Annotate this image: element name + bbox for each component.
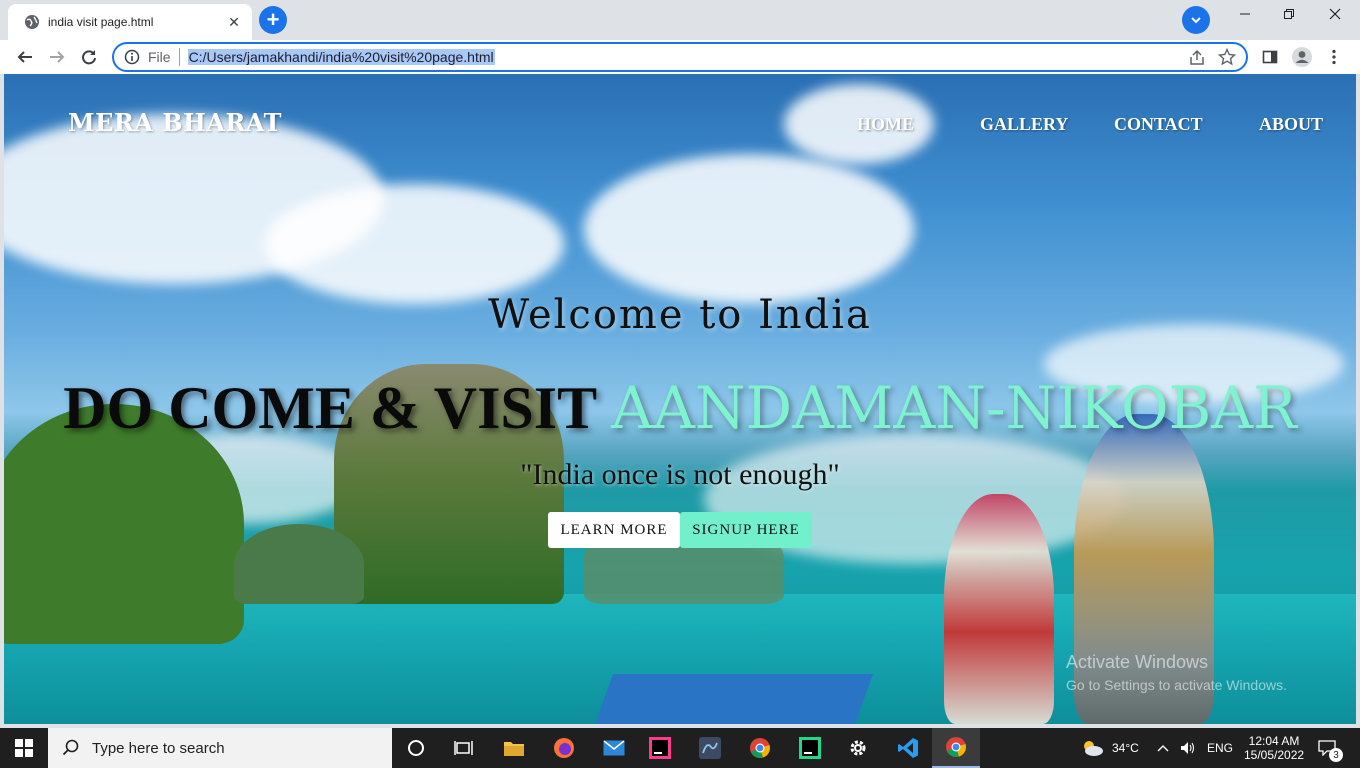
url-separator	[178, 48, 180, 66]
activate-windows-watermark: Activate Windows Go to Settings to activ…	[1066, 652, 1287, 693]
close-icon	[1329, 8, 1341, 20]
chrome-active-button[interactable]	[932, 728, 980, 768]
nav-contact[interactable]: CONTACT	[1114, 114, 1203, 135]
pycharm-button[interactable]	[786, 728, 834, 768]
learn-more-button[interactable]: LEARN MORE	[548, 512, 680, 548]
clock[interactable]: 12:04 AM 15/05/2022	[1244, 728, 1304, 768]
back-arrow-icon	[17, 51, 32, 63]
start-button[interactable]	[0, 728, 48, 768]
watermark-title: Activate Windows	[1066, 652, 1209, 672]
nav-about[interactable]: ABOUT	[1259, 114, 1323, 135]
mysql-workbench-button[interactable]	[686, 728, 734, 768]
weather-widget[interactable]: 34°C	[1080, 728, 1139, 768]
back-button[interactable]	[12, 44, 38, 70]
nav-home[interactable]: HOME	[857, 114, 914, 135]
hero-tagline: "India once is not enough"	[520, 458, 840, 491]
avatar-icon	[1292, 47, 1312, 67]
mysql-workbench-icon	[699, 737, 721, 759]
url-scheme-label: File	[148, 49, 171, 65]
minimize-button[interactable]	[1222, 0, 1268, 28]
tab-title: india visit page.html	[48, 15, 154, 29]
page-viewport: MERA BHARAT HOME GALLERY CONTACT ABOUT W…	[4, 74, 1356, 724]
partly-cloudy-icon	[1084, 741, 1103, 756]
minimize-icon	[1240, 13, 1250, 15]
forward-button[interactable]	[44, 44, 70, 70]
reload-button[interactable]	[76, 44, 102, 70]
island-small	[234, 524, 364, 604]
hero-headline: DO COME & VISIT AANDAMAN-NIKOBAR	[4, 374, 1356, 443]
headline-teal-part: AANDAMAN-NIKOBAR	[611, 374, 1297, 442]
task-view-button[interactable]	[440, 728, 488, 768]
menu-button[interactable]	[1322, 45, 1346, 69]
clock-date: 15/05/2022	[1244, 748, 1305, 762]
cloud-shape	[584, 154, 914, 304]
notifications-button[interactable]: 3	[1318, 728, 1343, 768]
tray-overflow-button[interactable]	[1157, 728, 1169, 768]
cloud-shape	[264, 184, 564, 304]
taskbar-search-box[interactable]: Type here to search	[48, 728, 392, 768]
browser-tab[interactable]: india visit page.html ✕	[8, 4, 252, 40]
forward-arrow-icon	[50, 51, 65, 63]
watermark-subtitle: Go to Settings to activate Windows.	[1066, 677, 1287, 693]
temperature-label: 34°C	[1112, 741, 1139, 755]
close-tab-icon[interactable]: ✕	[226, 14, 242, 30]
task-view-icon	[454, 741, 473, 755]
language-indicator[interactable]: ENG	[1207, 728, 1233, 768]
speaker-icon	[1181, 742, 1195, 754]
windows-taskbar: Type here to search 34°C ENG 12:04 AM 15…	[0, 728, 1360, 768]
chrome-icon	[946, 737, 966, 757]
browser-toolbar: File C:/Users/jamakhandi/india%20visit%2…	[0, 40, 1360, 74]
headline-dark-part: DO COME & VISIT	[63, 375, 612, 441]
folder-icon	[504, 742, 524, 756]
intellij-button[interactable]	[636, 728, 684, 768]
chevron-down-icon	[1191, 17, 1201, 24]
nav-gallery[interactable]: GALLERY	[980, 114, 1068, 135]
close-window-button[interactable]	[1312, 0, 1358, 28]
profile-button[interactable]	[1290, 45, 1314, 69]
brand-logo[interactable]: MERA BHARAT	[68, 108, 282, 137]
chrome-button[interactable]	[736, 728, 784, 768]
traveler-woman	[944, 494, 1054, 724]
chrome-icon	[750, 738, 770, 758]
vscode-button[interactable]	[884, 728, 932, 768]
search-placeholder: Type here to search	[92, 739, 225, 757]
welcome-heading: Welcome to India	[488, 292, 872, 338]
intellij-icon	[649, 737, 671, 759]
info-icon[interactable]	[124, 49, 140, 65]
share-icon[interactable]	[1188, 49, 1206, 67]
side-panel-icon	[1262, 50, 1278, 64]
kebab-menu-icon	[1332, 49, 1336, 65]
mail-icon	[603, 740, 625, 756]
address-bar[interactable]: File C:/Users/jamakhandi/india%20visit%2…	[112, 42, 1248, 72]
notification-count-badge: 3	[1329, 748, 1343, 762]
cortana-button[interactable]	[392, 728, 440, 768]
mail-button[interactable]	[590, 728, 638, 768]
new-tab-button[interactable]: +	[259, 6, 287, 34]
firefox-icon	[554, 738, 574, 758]
windows-logo-icon	[15, 739, 33, 757]
vscode-icon	[898, 738, 918, 758]
url-text[interactable]: C:/Users/jamakhandi/india%20visit%20page…	[187, 49, 495, 65]
settings-button[interactable]	[834, 728, 882, 768]
firefox-button[interactable]	[540, 728, 588, 768]
boat-bow	[594, 674, 874, 724]
restore-icon	[1284, 9, 1294, 19]
globe-icon	[25, 15, 39, 29]
search-icon	[62, 739, 79, 756]
signup-button[interactable]: SIGNUP HERE	[680, 512, 812, 548]
reload-icon	[82, 50, 96, 65]
chevron-up-icon	[1157, 745, 1169, 752]
tab-search-button[interactable]	[1182, 6, 1210, 34]
clock-time: 12:04 AM	[1248, 734, 1300, 748]
file-explorer-button[interactable]	[490, 728, 538, 768]
volume-button[interactable]	[1180, 728, 1196, 768]
bookmark-star-icon[interactable]	[1218, 48, 1236, 66]
side-panel-button[interactable]	[1258, 45, 1282, 69]
pycharm-icon	[799, 737, 821, 759]
cortana-circle-icon	[408, 740, 424, 756]
gear-icon	[850, 740, 866, 756]
restore-button[interactable]	[1266, 0, 1312, 28]
tab-strip: india visit page.html ✕ +	[0, 0, 1360, 40]
